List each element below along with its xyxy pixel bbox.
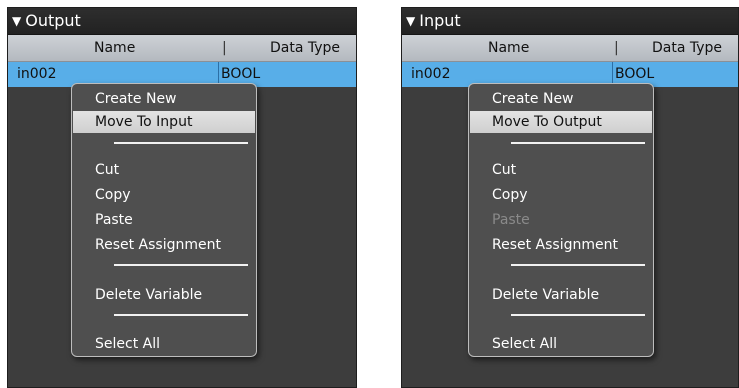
- menu-separator: [114, 264, 248, 266]
- input-panel: ▼ Input Name | Data Type in002 BOOL Crea…: [401, 7, 739, 388]
- menu-item-paste[interactable]: Paste: [95, 209, 133, 231]
- triangle-down-icon[interactable]: ▼: [12, 8, 21, 34]
- cell-name: in002: [17, 66, 57, 82]
- column-header-row: Name | Data Type: [402, 35, 738, 62]
- triangle-down-icon[interactable]: ▼: [406, 8, 415, 34]
- column-header-data-type[interactable]: Data Type: [652, 35, 722, 61]
- menu-item-reset-assignment[interactable]: Reset Assignment: [95, 234, 221, 256]
- menu-item-copy[interactable]: Copy: [492, 184, 528, 206]
- cell-name: in002: [411, 66, 451, 82]
- menu-item-move-to-output[interactable]: Move To Output: [470, 111, 652, 133]
- menu-item-cut[interactable]: Cut: [492, 159, 516, 181]
- menu-item-delete-variable[interactable]: Delete Variable: [492, 284, 599, 306]
- menu-item-paste: Paste: [492, 212, 530, 228]
- menu-item-create-new[interactable]: Create New: [95, 88, 177, 110]
- menu-item-delete-variable[interactable]: Delete Variable: [95, 284, 202, 306]
- panel-title: Output: [25, 11, 81, 30]
- column-separator: |: [222, 40, 227, 56]
- context-menu: Create New Move To Output Cut Copy Paste…: [468, 83, 654, 357]
- menu-item-cut[interactable]: Cut: [95, 159, 119, 181]
- panel-title: Input: [419, 11, 461, 30]
- input-panel-header[interactable]: ▼ Input: [402, 8, 738, 35]
- context-menu: Create New Move To Input Cut Copy Paste …: [71, 83, 257, 357]
- output-panel-header[interactable]: ▼ Output: [8, 8, 356, 35]
- menu-item-create-new[interactable]: Create New: [492, 88, 574, 110]
- column-header-name[interactable]: Name: [94, 35, 135, 61]
- column-separator: |: [614, 40, 619, 56]
- menu-separator: [511, 314, 645, 316]
- menu-item-select-all[interactable]: Select All: [95, 333, 160, 355]
- menu-separator: [114, 142, 248, 144]
- menu-separator: [114, 314, 248, 316]
- column-header-name[interactable]: Name: [488, 35, 529, 61]
- column-header-data-type[interactable]: Data Type: [270, 35, 340, 61]
- menu-separator: [511, 264, 645, 266]
- column-header-row: Name | Data Type: [8, 35, 356, 62]
- menu-separator: [511, 142, 645, 144]
- menu-item-copy[interactable]: Copy: [95, 184, 131, 206]
- menu-item-reset-assignment[interactable]: Reset Assignment: [492, 234, 618, 256]
- output-panel: ▼ Output Name | Data Type in002 BOOL Cre…: [7, 7, 357, 388]
- menu-item-move-to-input[interactable]: Move To Input: [73, 111, 255, 133]
- menu-item-select-all[interactable]: Select All: [492, 333, 557, 355]
